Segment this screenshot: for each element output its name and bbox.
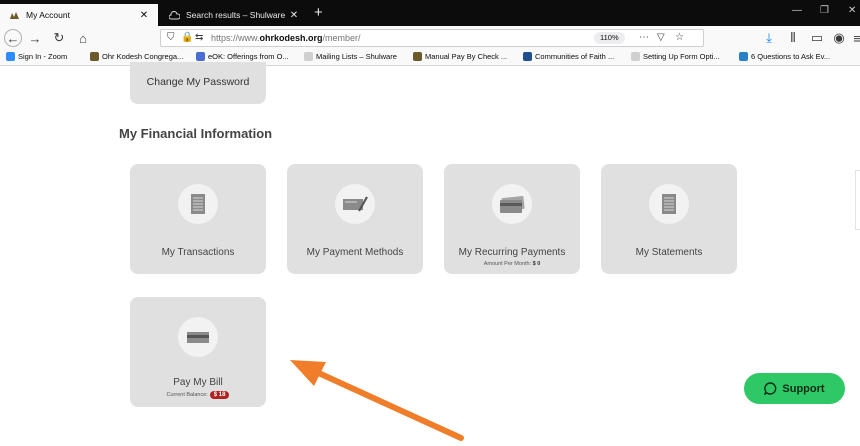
tab-bar: My Account ✕ Search results – Shulware ✕… — [0, 0, 860, 26]
pocket-icon[interactable]: ▽ — [657, 32, 665, 43]
my-statements-card[interactable]: My Statements — [601, 164, 737, 274]
close-icon[interactable]: ✕ — [288, 10, 300, 21]
back-arrow-icon[interactable]: ← — [4, 29, 22, 47]
page-actions-icon[interactable]: ⋯ — [639, 32, 649, 43]
check-pen-icon — [335, 184, 375, 224]
section-title: My Financial Information — [119, 126, 273, 141]
my-payment-methods-card[interactable]: My Payment Methods — [287, 164, 423, 274]
cloud-icon — [631, 52, 640, 61]
permissions-icon[interactable]: ⇆ — [195, 32, 203, 43]
sidebar-icon[interactable]: ▭ — [808, 29, 826, 47]
logo-icon — [90, 52, 99, 61]
tab-label: My Account — [26, 10, 70, 20]
change-password-button[interactable]: Change My Password — [130, 62, 266, 104]
card-subtitle: Current Balance: $ 18 — [130, 391, 266, 399]
menu-icon[interactable]: ≡ — [848, 29, 860, 47]
page-edge-panel — [855, 170, 860, 230]
url-bar[interactable]: ⛉ 🔒 ⇆ https://www.ohrkodesh.org/member/ … — [160, 29, 704, 47]
bookmark-star-icon[interactable]: ☆ — [675, 32, 684, 43]
transactions-icon — [178, 184, 218, 224]
reload-icon[interactable]: ↻ — [50, 29, 68, 47]
logo-icon — [413, 52, 422, 61]
tab-my-account[interactable]: My Account ✕ — [0, 4, 158, 26]
library-icon[interactable]: ⫴ — [784, 29, 802, 47]
logo-icon — [8, 9, 20, 21]
url-text: https://www.ohrkodesh.org/member/ — [211, 33, 361, 43]
statement-icon — [649, 184, 689, 224]
bookmark-item[interactable]: Setting Up Form Opti... — [631, 52, 720, 61]
pay-my-bill-card[interactable]: Pay My Bill Current Balance: $ 18 — [130, 297, 266, 407]
close-icon[interactable]: ✕ — [138, 10, 150, 21]
close-window-icon[interactable]: ✕ — [848, 5, 856, 16]
new-tab-icon[interactable]: + — [314, 4, 323, 22]
lock-icon[interactable]: 🔒 — [181, 32, 193, 43]
account-icon[interactable]: ◉ — [830, 29, 848, 47]
card-subtitle: Amount Per Month: $ 0 — [483, 261, 541, 267]
forward-arrow-icon[interactable]: → — [26, 29, 44, 47]
support-button[interactable]: Support — [744, 373, 845, 404]
card-title: Pay My Bill — [173, 377, 223, 388]
change-password-label: Change My Password — [146, 76, 250, 88]
credit-card-icon — [178, 317, 218, 357]
zoom-icon — [6, 52, 15, 61]
chat-bubble-icon — [764, 382, 777, 395]
my-transactions-card[interactable]: My Transactions — [130, 164, 266, 274]
card-title: My Recurring Payments — [458, 247, 566, 258]
document-icon — [196, 52, 205, 61]
bookmark-item[interactable]: Manual Pay By Check ... — [413, 52, 507, 61]
card-title: My Transactions — [161, 247, 235, 258]
cards-stack-icon — [492, 184, 532, 224]
bookmark-item[interactable]: Ohr Kodesh Congrega... — [90, 52, 183, 61]
card-title: My Payment Methods — [306, 247, 404, 258]
navigation-toolbar: ← → ↻ ⌂ ⛉ 🔒 ⇆ https://www.ohrkodesh.org/… — [0, 26, 860, 50]
bookmark-item[interactable]: eOK: Offerings from O... — [196, 52, 289, 61]
bookmark-item[interactable]: 6 Questions to Ask Ev... — [739, 52, 830, 61]
tab-search-results[interactable]: Search results – Shulware ✕ — [160, 4, 308, 26]
document-icon — [739, 52, 748, 61]
bookmarks-toolbar: Sign In - Zoom Ohr Kodesh Congrega... eO… — [0, 50, 860, 66]
home-icon[interactable]: ⌂ — [74, 29, 92, 47]
minimize-icon[interactable]: — — [792, 5, 802, 16]
cloud-icon — [168, 9, 180, 21]
balance-badge: $ 18 — [209, 391, 230, 399]
bookmark-item[interactable]: Sign In - Zoom — [6, 52, 67, 61]
cloud-icon — [304, 52, 313, 61]
site-icon — [523, 52, 532, 61]
card-title: My Statements — [635, 247, 703, 258]
zoom-level[interactable]: 110% — [594, 32, 625, 44]
bookmark-item[interactable]: Communities of Faith ... — [523, 52, 614, 61]
bookmark-item[interactable]: Mailing Lists – Shulware — [304, 52, 397, 61]
support-label: Support — [782, 382, 825, 395]
tab-label: Search results – Shulware — [186, 10, 286, 20]
downloads-icon[interactable]: ⤓ — [760, 29, 778, 47]
restore-icon[interactable]: ❐ — [820, 5, 829, 16]
shield-icon[interactable]: ⛉ — [167, 32, 175, 43]
my-recurring-payments-card[interactable]: My Recurring Payments Amount Per Month: … — [444, 164, 580, 274]
